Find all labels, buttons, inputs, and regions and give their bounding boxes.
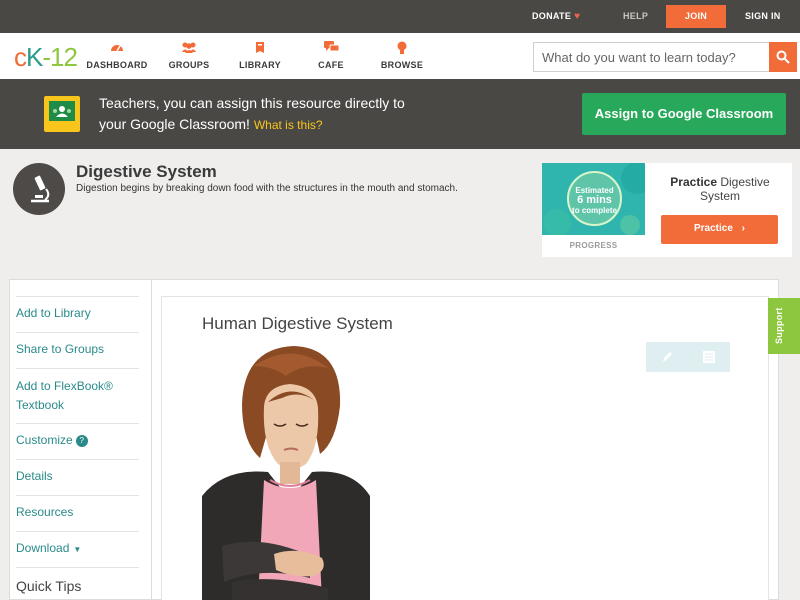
nav-browse[interactable]: BROWSE bbox=[367, 41, 437, 70]
nav-library-label: LIBRARY bbox=[239, 60, 281, 70]
library-icon bbox=[225, 41, 295, 57]
ck12-logo[interactable]: cK-12 bbox=[14, 42, 78, 73]
microscope-icon bbox=[13, 163, 65, 215]
nav-dashboard[interactable]: DASHBOARD bbox=[82, 41, 152, 70]
sidebar-item-download[interactable]: Download ▼ bbox=[16, 531, 139, 567]
nav-dashboard-label: DASHBOARD bbox=[86, 60, 148, 70]
sidebar: Add to Library Share to Groups Add to Fl… bbox=[16, 296, 139, 594]
content-toolbar bbox=[646, 342, 730, 372]
help-link[interactable]: HELP bbox=[623, 0, 648, 33]
banner-line-1: Teachers, you can assign this resource d… bbox=[99, 95, 405, 111]
donate-label: DONATE bbox=[532, 11, 572, 21]
quick-tips-heading[interactable]: Quick Tips bbox=[16, 567, 139, 594]
donate-link[interactable]: DONATE ♥ bbox=[532, 0, 580, 33]
practice-button[interactable]: Practice › bbox=[661, 215, 778, 244]
content-title: Human Digestive System bbox=[202, 314, 393, 333]
join-button[interactable]: JOIN bbox=[666, 5, 726, 28]
nav-cafe-label: CAFE bbox=[318, 60, 344, 70]
support-tab[interactable]: Support bbox=[768, 298, 800, 354]
concept-title: Digestive System bbox=[76, 162, 217, 181]
dashboard-icon bbox=[82, 41, 152, 57]
search-input[interactable] bbox=[533, 42, 769, 72]
groups-icon bbox=[154, 41, 224, 57]
nav-groups-label: GROUPS bbox=[168, 60, 210, 70]
practice-card: Estimated 6 mins to complete PROGRESS Pr… bbox=[542, 163, 792, 257]
practice-title: Practice Digestive System bbox=[670, 175, 770, 203]
notes-button[interactable] bbox=[688, 342, 730, 372]
pencil-icon bbox=[663, 352, 672, 362]
caret-down-icon: ▼ bbox=[73, 545, 82, 554]
annotate-button[interactable] bbox=[646, 342, 688, 372]
assign-google-classroom-button[interactable]: Assign to Google Classroom bbox=[582, 93, 786, 135]
google-classroom-icon bbox=[44, 96, 80, 132]
classroom-message: Teachers, you can assign this resource d… bbox=[99, 93, 459, 136]
estimated-time-badge: Estimated 6 mins to complete bbox=[567, 171, 622, 226]
sidebar-item-add-to-library[interactable]: Add to Library bbox=[16, 296, 139, 332]
sidebar-item-resources[interactable]: Resources bbox=[16, 495, 139, 531]
search-button[interactable] bbox=[769, 42, 797, 72]
what-is-this-link[interactable]: What is this? bbox=[254, 118, 323, 132]
help-icon[interactable]: ? bbox=[75, 435, 88, 447]
concept-description: Digestion begins by breaking down food w… bbox=[76, 183, 458, 194]
nav-browse-label: BROWSE bbox=[380, 60, 424, 70]
main-nav: cK-12 DASHBOARD GROUPS LIBRARY CAFE BROW… bbox=[0, 33, 800, 79]
top-bar: DONATE ♥ HELP JOIN SIGN IN bbox=[0, 0, 800, 33]
banner-line-2: your Google Classroom! bbox=[99, 116, 250, 132]
nav-groups[interactable]: GROUPS bbox=[154, 41, 224, 70]
support-label: Support bbox=[774, 307, 784, 344]
sidebar-item-add-to-flexbook[interactable]: Add to FlexBook® Textbook bbox=[16, 368, 139, 423]
practice-thumbnail[interactable]: Estimated 6 mins to complete bbox=[542, 163, 645, 235]
nav-cafe[interactable]: CAFE bbox=[296, 41, 366, 70]
search-icon bbox=[776, 50, 790, 64]
progress-label: PROGRESS bbox=[569, 241, 618, 250]
nav-library[interactable]: LIBRARY bbox=[225, 41, 295, 70]
sidebar-item-details[interactable]: Details bbox=[16, 459, 139, 495]
chevron-right-icon: › bbox=[741, 223, 746, 234]
sidebar-item-customize[interactable]: Customize? bbox=[16, 423, 139, 459]
browse-icon bbox=[367, 41, 437, 57]
cafe-icon bbox=[296, 41, 366, 57]
sidebar-divider bbox=[151, 279, 152, 600]
sign-in-link[interactable]: SIGN IN bbox=[745, 0, 781, 33]
heart-icon: ♥ bbox=[574, 11, 581, 22]
digestive-discomfort-photo bbox=[202, 346, 370, 600]
sidebar-item-share-to-groups[interactable]: Share to Groups bbox=[16, 332, 139, 368]
notes-icon bbox=[703, 351, 715, 363]
